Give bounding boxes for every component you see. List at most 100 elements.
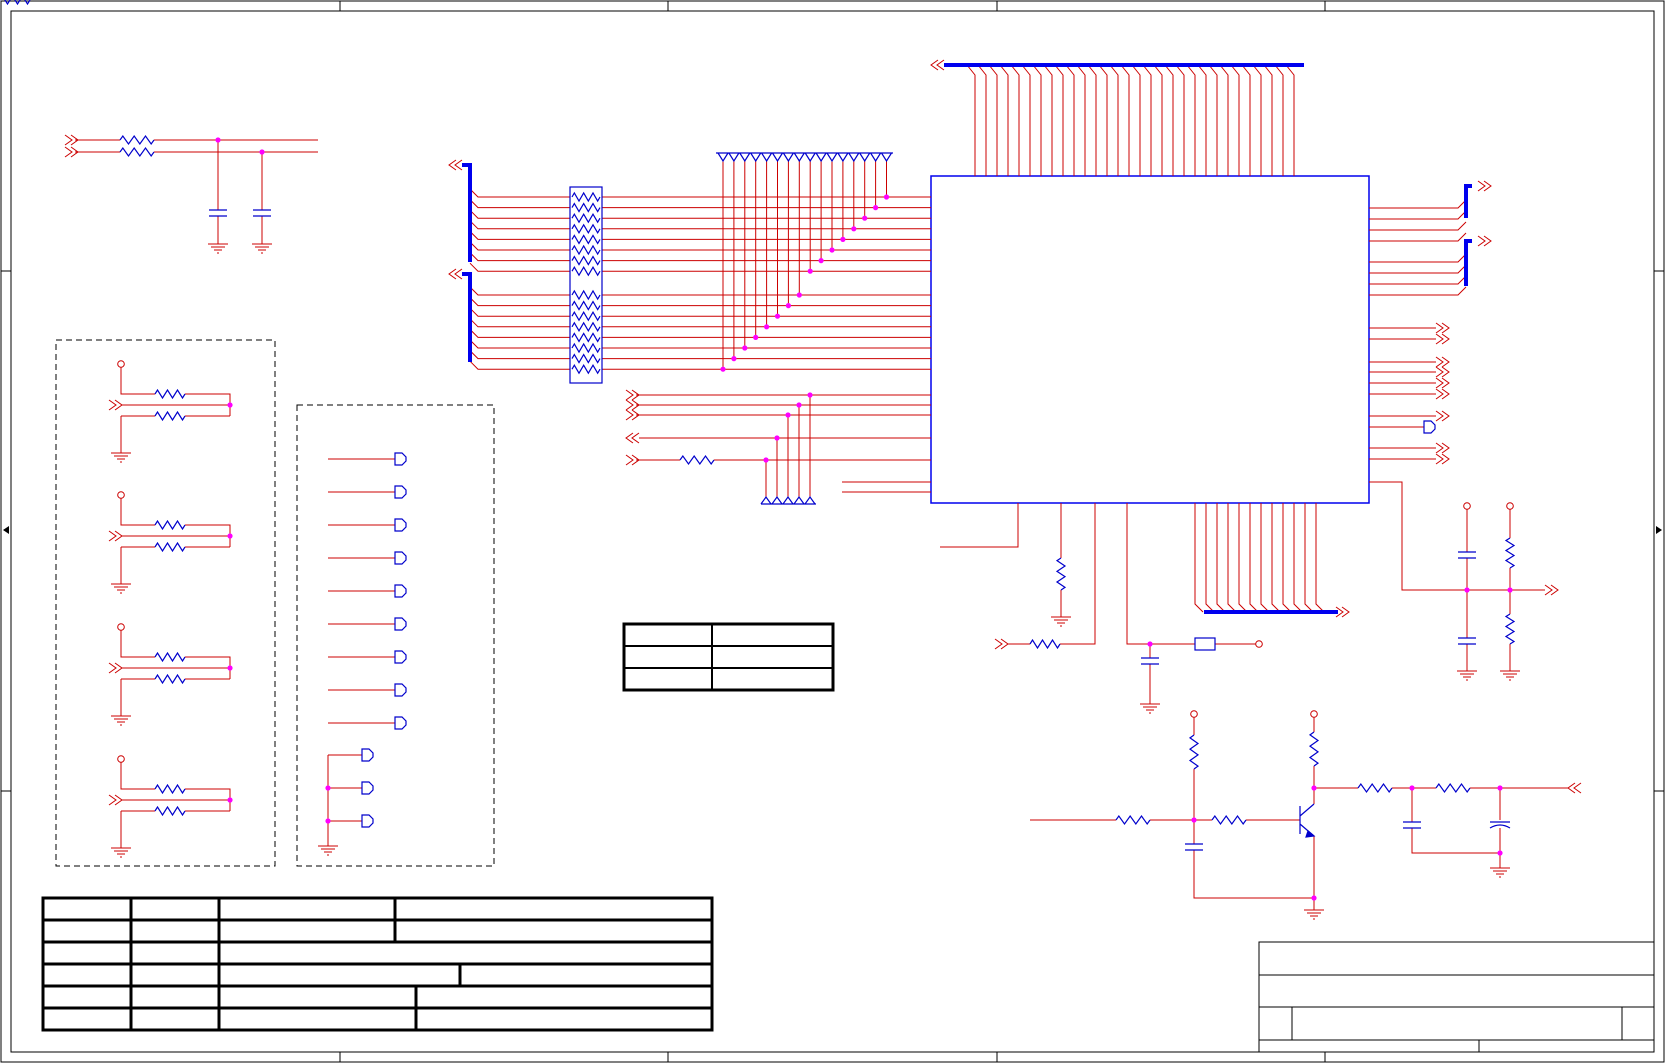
transistor-arrow-icon	[1305, 829, 1316, 838]
port-icon	[782, 495, 794, 505]
resistor-icon	[571, 289, 601, 301]
ground-icon	[1457, 665, 1477, 681]
resistor-icon	[1308, 731, 1320, 767]
port-icon	[870, 152, 882, 163]
port-icon	[394, 716, 407, 730]
wire	[1087, 64, 1097, 176]
port-icon	[771, 152, 784, 163]
ground-icon	[1140, 698, 1160, 714]
wire	[1164, 64, 1174, 176]
port-icon	[880, 152, 893, 163]
wire	[1249, 503, 1259, 613]
offpage-connector-icon	[108, 399, 123, 411]
power-rail-icon	[117, 360, 125, 368]
wire	[1304, 503, 1314, 613]
ground-icon	[111, 842, 131, 858]
wire	[469, 252, 570, 262]
resistor-icon	[571, 255, 601, 266]
resistor-icon	[1357, 782, 1393, 794]
ground-icon	[1304, 904, 1324, 920]
bus-line	[1464, 184, 1472, 218]
resistor-icon	[154, 410, 186, 422]
junction-dot	[1311, 895, 1317, 901]
bus-line	[462, 272, 472, 362]
title-block	[1258, 941, 1655, 1053]
junction-dot	[1147, 641, 1153, 647]
wire	[1293, 503, 1303, 613]
resistor-icon	[154, 805, 186, 817]
wire	[1142, 64, 1152, 176]
capacitor-icon	[1403, 821, 1421, 829]
wire	[1369, 286, 1467, 296]
port-icon	[361, 748, 374, 762]
wire	[1076, 64, 1086, 176]
resistor-icon	[571, 332, 601, 343]
wire	[469, 262, 570, 272]
wire	[1227, 503, 1237, 613]
junction-dot	[818, 258, 824, 264]
wire	[1285, 64, 1295, 176]
port-icon	[837, 152, 849, 163]
wire	[469, 286, 570, 296]
wire	[1263, 64, 1273, 176]
port-icon	[394, 617, 407, 631]
resistor-icon	[571, 364, 601, 375]
wire-group	[64, 59, 1582, 920]
capacitor-icon	[1489, 821, 1511, 829]
junction-dot	[1409, 785, 1415, 791]
wire	[1186, 64, 1196, 176]
junction-dot	[1507, 587, 1513, 593]
offpage-connector-icon	[108, 530, 123, 542]
wire	[469, 307, 570, 317]
wire	[1369, 221, 1467, 231]
wire	[1241, 64, 1251, 176]
junction-dot	[227, 665, 233, 671]
ground-icon	[1490, 862, 1510, 878]
offpage-connector-icon	[1435, 453, 1450, 465]
resistor-icon	[154, 541, 186, 553]
port-icon	[739, 152, 751, 163]
wire	[469, 220, 570, 230]
wire	[1216, 503, 1226, 613]
bus-line	[1464, 239, 1472, 286]
junction-dot	[774, 435, 780, 441]
resistor-icon	[154, 783, 186, 795]
wire	[120, 630, 155, 658]
wire	[1131, 64, 1141, 176]
port-icon	[394, 452, 407, 466]
wire	[469, 199, 570, 209]
wire	[999, 64, 1009, 176]
wire	[1369, 253, 1467, 263]
ground-icon	[111, 578, 131, 594]
port-icon	[394, 584, 407, 598]
junction-dot	[873, 205, 879, 211]
wire	[1282, 503, 1292, 613]
port-icon	[793, 152, 805, 163]
junction-dot	[720, 366, 726, 372]
power-rail-icon	[1255, 640, 1263, 648]
resistor-icon	[571, 191, 601, 203]
port-icon	[361, 814, 374, 828]
port-icon	[848, 152, 860, 163]
junction-dot	[829, 247, 835, 253]
wire	[1126, 503, 1195, 645]
offpage-connector-icon	[448, 268, 463, 280]
offpage-connector-icon	[625, 432, 640, 444]
ground-icon	[252, 238, 272, 254]
wire	[469, 350, 570, 360]
port-icon	[394, 485, 407, 499]
port-icon	[717, 152, 729, 163]
resistor-icon	[1504, 613, 1516, 645]
resistor-icon	[571, 202, 601, 213]
junction-dot	[227, 797, 233, 803]
pin-table	[622, 622, 835, 692]
wire	[1109, 64, 1119, 176]
bus-line	[462, 163, 472, 262]
offpage-connector-icon	[1435, 442, 1450, 454]
offpage-connector-icon	[1435, 377, 1450, 389]
wire	[1010, 64, 1020, 176]
junction-dot	[883, 194, 890, 200]
junction-dot	[774, 313, 781, 319]
port-icon	[771, 495, 783, 505]
port-icon	[1423, 420, 1436, 434]
